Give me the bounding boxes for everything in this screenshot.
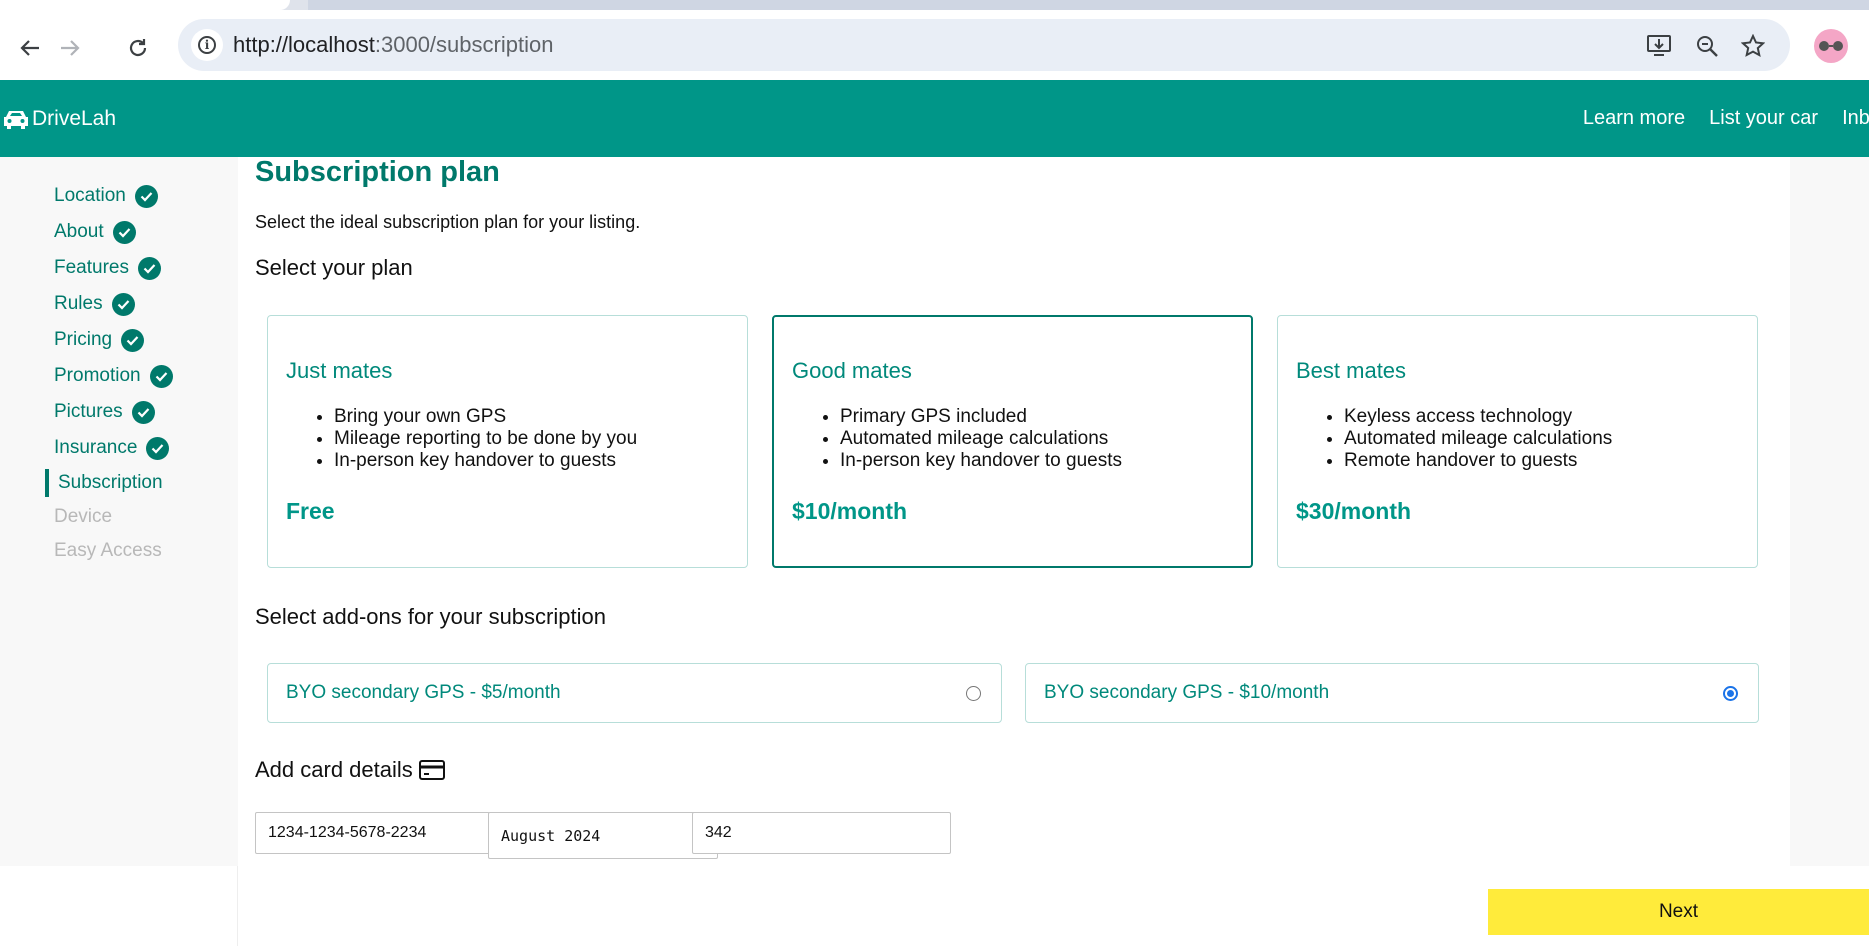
plan-name: Just mates: [286, 358, 393, 383]
install-app-icon[interactable]: [1644, 31, 1674, 61]
plan-feature: Primary GPS included: [840, 406, 1122, 428]
address-bar[interactable]: i http://localhost:3000/subscription: [178, 19, 1790, 71]
sidebar-step-label: About: [54, 221, 104, 242]
card-section-label: Add card details: [255, 757, 413, 782]
check-circle-icon: [149, 364, 173, 388]
nav-list-your-car[interactable]: List your car: [1709, 107, 1818, 130]
glasses-icon: [1819, 41, 1843, 51]
sidebar-step-label: Subscription: [58, 472, 163, 493]
plan-section-title: Select your plan: [255, 255, 413, 280]
reload-button[interactable]: [120, 30, 156, 66]
browser-tab-active[interactable]: [0, 0, 290, 10]
plan-features: Bring your own GPS Mileage reporting to …: [334, 406, 637, 472]
sidebar-step-rules[interactable]: Rules: [54, 290, 135, 318]
sidebar-step-device: Device: [54, 503, 112, 531]
sidebar-step-label: Pricing: [54, 329, 113, 350]
plan-card-best-mates[interactable]: Best mates Keyless access technology Aut…: [1277, 315, 1758, 568]
addon-radio[interactable]: [1723, 686, 1738, 701]
check-circle-icon: [146, 436, 170, 460]
addon-radio[interactable]: [966, 686, 981, 701]
plan-feature: Automated mileage calculations: [1344, 428, 1612, 450]
browser-tabstrip: [0, 0, 1869, 10]
plan-feature: Automated mileage calculations: [840, 428, 1122, 450]
check-circle-icon: [111, 292, 135, 316]
arrow-left-icon: [20, 40, 39, 56]
top-nav: Learn more List your car Inbox: [1583, 80, 1869, 157]
check-circle-icon: [134, 184, 158, 208]
nav-learn-more[interactable]: Learn more: [1583, 107, 1685, 130]
next-button[interactable]: Next: [1488, 889, 1869, 935]
browser-tab-inactive[interactable]: [308, 0, 1869, 10]
bookmark-star-icon[interactable]: [1738, 31, 1768, 61]
sidebar-step-label: Rules: [54, 293, 103, 314]
plan-feature: Remote handover to guests: [1344, 450, 1612, 472]
sidebar-step-label: Insurance: [54, 437, 138, 458]
sidebar-step-subscription[interactable]: Subscription: [45, 469, 163, 497]
page-subtitle: Select the ideal subscription plan for y…: [255, 212, 641, 232]
footer-left-strip: [0, 866, 238, 946]
sidebar-step-label: Promotion: [54, 365, 141, 386]
sidebar-step-features[interactable]: Features: [54, 254, 161, 282]
plan-features: Primary GPS included Automated mileage c…: [840, 406, 1122, 472]
plan-feature: Bring your own GPS: [334, 406, 637, 428]
site-info-icon[interactable]: i: [191, 29, 223, 61]
sidebar-step-pictures[interactable]: Pictures: [54, 398, 155, 426]
brand-name: DriveLah: [32, 106, 117, 130]
plan-feature: Keyless access technology: [1344, 406, 1612, 428]
plan-features: Keyless access technology Automated mile…: [1344, 406, 1612, 472]
check-circle-icon: [121, 328, 145, 352]
card-cvc-value: 342: [705, 824, 732, 841]
back-button[interactable]: [12, 30, 48, 66]
reload-icon: [129, 39, 147, 57]
plan-feature: Mileage reporting to be done by you: [334, 428, 637, 450]
plan-price: $30/month: [1296, 498, 1412, 524]
addon-option-5[interactable]: BYO secondary GPS - $5/month: [267, 663, 1002, 723]
browser-toolbar: i http://localhost:3000/subscription: [0, 10, 1869, 80]
addon-label: BYO secondary GPS - $5/month: [286, 682, 561, 703]
addon-label: BYO secondary GPS - $10/month: [1044, 682, 1330, 703]
plan-feature: In-person key handover to guests: [334, 450, 637, 472]
sidebar-step-label: Easy Access: [54, 540, 162, 561]
check-circle-icon: [131, 400, 155, 424]
plan-price: Free: [286, 498, 335, 524]
sidebar-step-promotion[interactable]: Promotion: [54, 362, 173, 390]
card-expiry-value: August 2024: [501, 826, 601, 845]
plan-feature: In-person key handover to guests: [840, 450, 1122, 472]
sidebar-step-pricing[interactable]: Pricing: [54, 326, 145, 354]
card-number-value: 1234-1234-5678-2234: [268, 824, 427, 841]
car-icon: [4, 110, 28, 129]
zoom-icon[interactable]: [1692, 31, 1722, 61]
addon-section-title: Select add-ons for your subscription: [255, 604, 606, 629]
credit-card-icon: [418, 760, 445, 780]
arrow-right-icon: [61, 40, 80, 56]
plan-price: $10/month: [792, 498, 908, 524]
sidebar-step-label: Pictures: [54, 401, 123, 422]
plan-card-just-mates[interactable]: Just mates Bring your own GPS Mileage re…: [267, 315, 748, 568]
card-cvc-input[interactable]: 342: [692, 812, 951, 854]
sidebar-step-easy-access: Easy Access: [54, 537, 162, 565]
addon-option-10[interactable]: BYO secondary GPS - $10/month: [1025, 663, 1759, 723]
check-circle-icon: [112, 220, 136, 244]
forward-button[interactable]: [52, 30, 88, 66]
card-section-title: Add card details: [255, 757, 445, 783]
card-expiry-input[interactable]: August 2024: [488, 812, 718, 859]
sidebar-step-insurance[interactable]: Insurance: [54, 434, 170, 462]
nav-inbox[interactable]: Inbox: [1842, 107, 1869, 130]
profile-avatar[interactable]: [1814, 29, 1848, 63]
sidebar-step-location[interactable]: Location: [54, 182, 158, 210]
sidebar-step-about[interactable]: About: [54, 218, 136, 246]
plan-card-good-mates[interactable]: Good mates Primary GPS included Automate…: [772, 315, 1253, 568]
page-title: Subscription plan: [255, 156, 500, 188]
plan-name: Best mates: [1296, 358, 1407, 383]
app-header: DriveLah Learn more List your car Inbox: [0, 80, 1869, 157]
brand-logo[interactable]: DriveLah: [2, 80, 116, 157]
sidebar-step-label: Device: [54, 506, 113, 527]
right-gutter: [1790, 157, 1869, 866]
sidebar-step-label: Location: [54, 185, 126, 206]
sidebar-step-label: Features: [54, 257, 129, 278]
check-circle-icon: [137, 256, 161, 280]
plan-name: Good mates: [792, 358, 912, 383]
url-text[interactable]: http://localhost:3000/subscription: [233, 19, 553, 71]
card-number-input[interactable]: 1234-1234-5678-2234: [255, 812, 490, 854]
